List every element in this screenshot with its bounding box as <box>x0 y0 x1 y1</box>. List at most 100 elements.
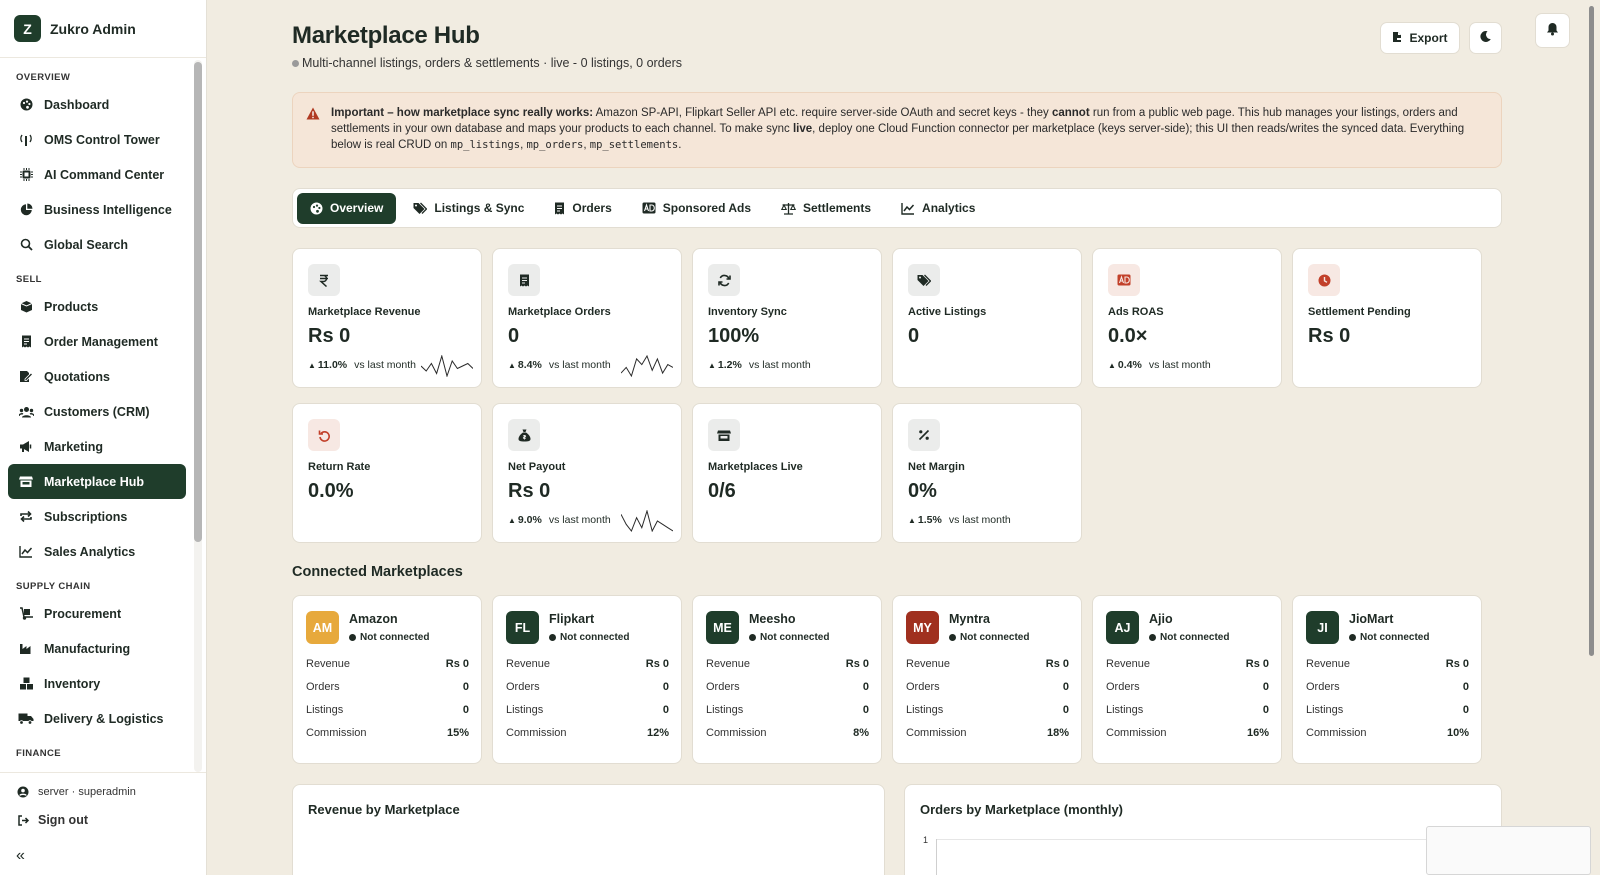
connection-status: Not connected <box>549 632 629 643</box>
stat-value: 0 <box>1062 681 1069 693</box>
stat-value: 0 <box>462 681 469 693</box>
sidebar-item-inventory[interactable]: Inventory <box>8 666 186 701</box>
export-button[interactable]: Export <box>1380 22 1460 54</box>
industry-icon <box>18 641 34 657</box>
kpi-card-active-listings[interactable]: Active Listings 0 <box>892 248 1082 388</box>
marketplace-stat-commission: Commission 10% <box>1306 727 1469 743</box>
marketplace-stat-revenue: Revenue Rs 0 <box>706 658 869 674</box>
marketplace-stat-revenue: Revenue Rs 0 <box>906 658 1069 674</box>
kpi-card-inventory-sync[interactable]: Inventory Sync 100% ▲ 1.2% vs last month <box>692 248 882 388</box>
user-circle-icon <box>16 786 30 798</box>
kpi-card-net-payout[interactable]: Net Payout Rs 0 ▲ 9.0% vs last month <box>492 403 682 543</box>
sidebar-item-label: Dashboard <box>44 97 110 112</box>
sign-out-icon <box>16 814 30 827</box>
page-preview-thumbnail[interactable] <box>1426 826 1591 875</box>
connection-status-text: Not connected <box>960 632 1030 643</box>
sidebar-item-products[interactable]: Products <box>8 289 186 324</box>
sidebar-item-order-management[interactable]: Order Management <box>8 324 186 359</box>
brand[interactable]: Z Zukro Admin <box>0 0 206 58</box>
sparkline-path <box>621 510 673 532</box>
receipt-icon <box>554 202 565 215</box>
kpi-delta-text: vs last month <box>548 359 611 371</box>
tab-label: Orders <box>572 201 612 215</box>
search-icon <box>18 237 34 253</box>
collapse-sidebar-button[interactable]: « <box>16 847 25 865</box>
sidebar-item-quotations[interactable]: Quotations <box>8 359 186 394</box>
stat-value: 0 <box>1462 704 1469 716</box>
stat-label: Revenue <box>906 658 951 670</box>
tab-label: Overview <box>330 201 384 215</box>
tab-label: Sponsored Ads <box>662 201 751 215</box>
tab-settlements[interactable]: Settlements <box>768 193 884 224</box>
kpi-delta-text: vs last month <box>948 514 1011 526</box>
line-chart-icon <box>901 202 915 215</box>
sidebar-item-customers-crm[interactable]: Customers (CRM) <box>8 394 186 429</box>
kpi-label: Settlement Pending <box>1308 306 1411 318</box>
marketplace-card-ajio[interactable]: AJ Ajio Not connected Revenue Rs 0 Orders 0 Lis… <box>1092 595 1282 764</box>
sync-icon <box>708 264 740 296</box>
kpi-card-marketplace-revenue[interactable]: Marketplace Revenue Rs 0 ▲ 11.0% vs last mon… <box>292 248 482 388</box>
sidebar-item-dashboard[interactable]: Dashboard <box>8 87 186 122</box>
brand-name: Zukro Admin <box>50 20 136 37</box>
sidebar-scrollbar[interactable] <box>194 60 202 772</box>
stat-label: Orders <box>1106 681 1140 693</box>
tab-listings-sync[interactable]: Listings & Sync <box>400 193 537 224</box>
stat-value: 0 <box>1262 681 1269 693</box>
tab-orders[interactable]: Orders <box>541 193 624 224</box>
sidebar-item-marketplace-hub[interactable]: Marketplace Hub <box>8 464 186 499</box>
marketplace-card-flipkart[interactable]: FL Flipkart Not connected Revenue Rs 0 Orders… <box>492 595 682 764</box>
sidebar-item-label: Marketplace Hub <box>44 474 145 489</box>
kpi-card-settlement-pending[interactable]: Settlement Pending Rs 0 <box>1292 248 1482 388</box>
sidebar-item-ai-command-center[interactable]: AI Command Center <box>8 157 186 192</box>
trend-up-icon: ▲ <box>708 360 716 370</box>
sidebar-item-marketing[interactable]: Marketing <box>8 429 186 464</box>
trend-up-icon: ▲ <box>308 360 316 370</box>
kpi-label: Ads ROAS <box>1108 306 1164 318</box>
marketplace-stat-commission: Commission 15% <box>306 727 469 743</box>
marketplace-name: JioMart <box>1349 612 1394 626</box>
marketplace-card-meesho[interactable]: ME Meesho Not connected Revenue Rs 0 Orders 0 L… <box>692 595 882 764</box>
sidebar-item-business-intelligence[interactable]: Business Intelligence <box>8 192 186 227</box>
marketplace-card-jiomart[interactable]: JI JioMart Not connected Revenue Rs 0 Orders 0… <box>1292 595 1482 764</box>
stat-label: Revenue <box>1106 658 1151 670</box>
sidebar-item-sales-analytics[interactable]: Sales Analytics <box>8 534 186 569</box>
marketplace-card-myntra[interactable]: MY Myntra Not connected Revenue Rs 0 Orders 0 L… <box>892 595 1082 764</box>
sidebar-item-label: OMS Control Tower <box>44 132 160 147</box>
marketplace-card-amazon[interactable]: AM Amazon Not connected Revenue Rs 0 Orders 0 L… <box>292 595 482 764</box>
marketplace-stat-listings: Listings 0 <box>906 704 1069 720</box>
kpi-card-marketplaces-live[interactable]: Marketplaces Live 0/6 <box>692 403 882 543</box>
sidebar-scrollbar-thumb[interactable] <box>194 62 202 542</box>
tab-sponsored-ads[interactable]: Sponsored Ads <box>629 193 764 224</box>
stat-label: Commission <box>306 727 367 739</box>
window-scrollbar[interactable] <box>1588 0 1596 660</box>
notifications-button[interactable] <box>1535 13 1570 48</box>
marketplace-stat-orders: Orders 0 <box>1306 681 1469 697</box>
marketplace-avatar: JI <box>1306 611 1339 644</box>
window-scrollbar-thumb[interactable] <box>1589 6 1594 656</box>
kpi-card-return-rate[interactable]: Return Rate 0.0% <box>292 403 482 543</box>
marketplace-stat-orders: Orders 0 <box>706 681 869 697</box>
page-subtitle-text: Multi-channel listings, orders & settlem… <box>302 56 683 70</box>
kpi-card-marketplace-orders[interactable]: Marketplace Orders 0 ▲ 8.4% vs last month <box>492 248 682 388</box>
sidebar-item-procurement[interactable]: Procurement <box>8 596 186 631</box>
sidebar-item-label: Global Search <box>44 237 129 252</box>
sidebar-item-subscriptions[interactable]: Subscriptions <box>8 499 186 534</box>
sidebar-item-manufacturing[interactable]: Manufacturing <box>8 631 186 666</box>
tags-icon <box>908 264 940 296</box>
sidebar-item-global-search[interactable]: Global Search <box>8 227 186 262</box>
kpi-card-ads-roas[interactable]: Ads ROAS 0.0× ▲ 0.4% vs last month <box>1092 248 1282 388</box>
tab-overview[interactable]: Overview <box>297 192 397 224</box>
marketplace-avatar: ME <box>706 611 739 644</box>
connection-status: Not connected <box>949 632 1029 643</box>
theme-toggle-button[interactable] <box>1469 22 1502 54</box>
stat-value: 0 <box>1462 681 1469 693</box>
kpi-delta: ▲ 1.2% vs last month <box>708 359 811 371</box>
tab-analytics[interactable]: Analytics <box>888 193 988 224</box>
sign-out-button[interactable]: Sign out <box>16 809 190 831</box>
marketplace-stat-listings: Listings 0 <box>1306 704 1469 720</box>
sidebar-item-delivery-logistics[interactable]: Delivery & Logistics <box>8 701 186 736</box>
kpi-card-net-margin[interactable]: Net Margin 0% ▲ 1.5% vs last month <box>892 403 1082 543</box>
kpi-value: 100% <box>708 325 760 347</box>
sidebar-item-oms-control-tower[interactable]: OMS Control Tower <box>8 122 186 157</box>
sidebar-item-label: Marketing <box>44 439 104 454</box>
